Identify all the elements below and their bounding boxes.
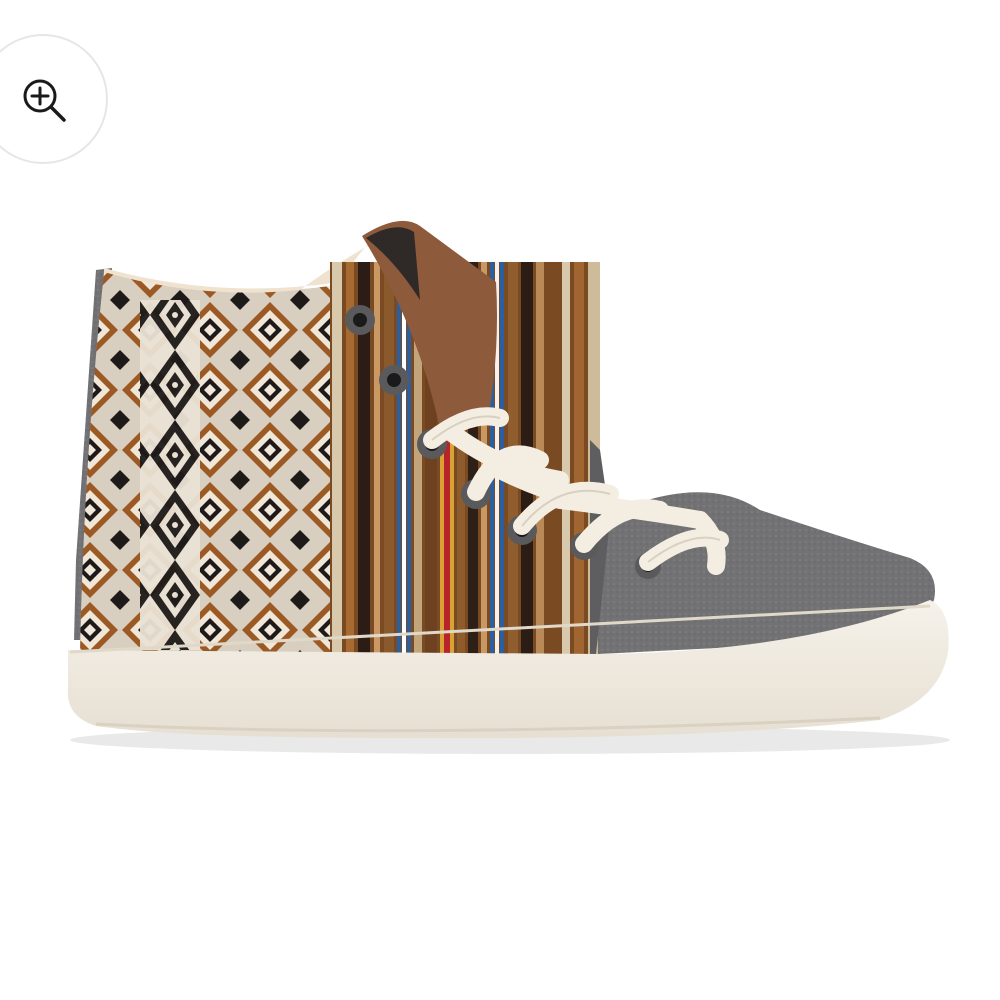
product-image: [0, 0, 1000, 1000]
product-image-viewer: [0, 0, 1000, 1000]
high-top-sneaker-icon: [67, 220, 950, 754]
zoom-in-icon: [23, 79, 66, 122]
